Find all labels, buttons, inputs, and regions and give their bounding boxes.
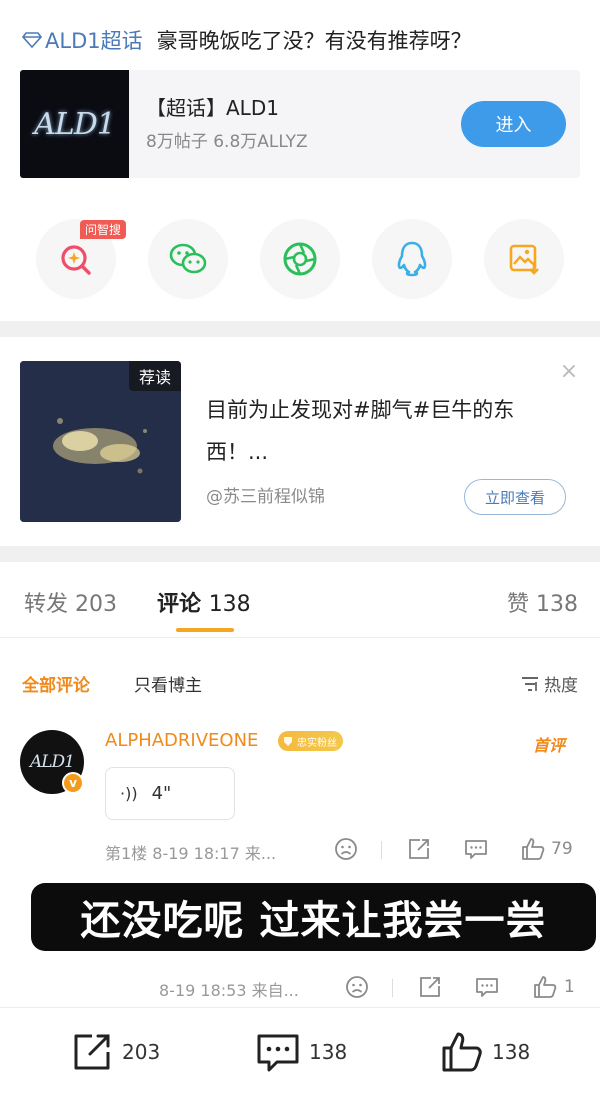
- reply-icon: [476, 978, 498, 997]
- tab-comment-label: 评论: [157, 592, 202, 617]
- topic-stats: 8万帖子 6.8万ALLYZ: [146, 132, 308, 152]
- reply-meta: 8-19 18:53 来自...: [159, 981, 299, 1000]
- repost-icon: [409, 839, 429, 859]
- moments-share-button[interactable]: [260, 219, 340, 299]
- video-subtitle: 还没吃呢 过来让我尝一尝: [31, 883, 596, 951]
- reply-comment-button[interactable]: [474, 974, 500, 1000]
- reply-dislike-button[interactable]: [344, 974, 370, 1000]
- post-question: 豪哥晚饭吃了没？有没有推荐呀？: [156, 29, 472, 53]
- enter-button[interactable]: 进入: [461, 101, 566, 147]
- recommend-tag: 荐读: [128, 361, 181, 391]
- sad-face-icon: [335, 838, 357, 860]
- view-now-button[interactable]: 立即查看: [464, 479, 566, 515]
- dislike-button[interactable]: [333, 836, 359, 862]
- active-tab-indicator: [176, 628, 234, 632]
- repost-icon: [74, 1034, 110, 1070]
- tab-repost[interactable]: 转发 203: [24, 586, 117, 618]
- bottom-like-button[interactable]: 138: [440, 1030, 530, 1074]
- fan-badge: 忠实粉丝: [278, 731, 343, 751]
- wechat-share-button[interactable]: [148, 219, 228, 299]
- filter-author-only[interactable]: 只看博主: [134, 671, 202, 696]
- comment-reply-button[interactable]: [463, 836, 489, 862]
- topic-link-label: ALD1超话: [45, 29, 143, 53]
- diamond-icon: [22, 32, 42, 48]
- action-separator: [392, 979, 393, 997]
- bottom-comment-count: 138: [309, 1040, 348, 1064]
- topic-logo-text: ALD1: [34, 106, 116, 142]
- filter-all-comments[interactable]: 全部评论: [22, 671, 90, 696]
- voice-wave-icon: ·)): [120, 784, 138, 803]
- qq-icon: [397, 241, 427, 277]
- first-comment-badge: 首评: [533, 736, 566, 755]
- bottom-repost-count: 203: [122, 1040, 161, 1064]
- save-image-icon: [509, 244, 539, 275]
- thumbs-up-icon: [522, 838, 545, 860]
- comment-like-count: 79: [551, 839, 573, 859]
- comment-meta: 第1楼 8-19 18:17 来...: [105, 844, 277, 863]
- topic-link[interactable]: ALD1超话: [22, 25, 143, 55]
- thumbs-up-icon: [442, 1032, 482, 1072]
- avatar-logo-text: ALD1: [29, 752, 75, 772]
- fan-badge-label: 忠实粉丝: [297, 737, 337, 749]
- tab-likes-count: 138: [536, 592, 578, 617]
- close-icon[interactable]: ×: [556, 358, 582, 384]
- post-title: ALD1超话 豪哥晚饭吃了没？有没有推荐呀？: [22, 20, 472, 60]
- voice-duration: 4": [151, 783, 172, 804]
- tab-repost-count: 203: [75, 592, 118, 617]
- recommend-text[interactable]: 目前为止发现对#脚气#巨牛的东西！...: [206, 389, 576, 473]
- tab-comment-count: 138: [208, 592, 251, 617]
- reply-like-button[interactable]: 1: [532, 974, 575, 1000]
- topic-name: 【超话】ALD1: [146, 96, 279, 120]
- recommend-author[interactable]: @苏三前程似锦: [206, 482, 325, 507]
- bottom-comment-button[interactable]: 138: [255, 1030, 347, 1074]
- reply-repost-button[interactable]: [417, 974, 443, 1000]
- qq-share-button[interactable]: [372, 219, 452, 299]
- ai-search-icon: [61, 245, 91, 275]
- recommend-thumbnail[interactable]: 荐读: [20, 361, 181, 522]
- topic-card[interactable]: ALD1 【超话】ALD1 8万帖子 6.8万ALLYZ 进入: [20, 70, 580, 178]
- sort-hot-label: 热度: [544, 676, 578, 696]
- sad-face-icon: [346, 976, 368, 998]
- reply-like-count: 1: [564, 977, 575, 997]
- wechat-icon: [169, 243, 207, 274]
- topic-logo: ALD1: [20, 70, 129, 178]
- reply-icon: [465, 840, 487, 859]
- ai-search-badge: 问智搜: [80, 220, 127, 239]
- bottom-repost-button[interactable]: 203: [70, 1030, 160, 1074]
- thumbs-up-icon: [534, 976, 557, 998]
- tab-likes-label: 赞: [506, 592, 529, 617]
- tab-likes[interactable]: 赞 138: [507, 586, 578, 618]
- action-separator: [381, 841, 382, 859]
- tab-comment[interactable]: 评论 138: [157, 586, 251, 618]
- save-image-button[interactable]: [484, 219, 564, 299]
- voice-message[interactable]: ·)) 4": [105, 767, 235, 820]
- sort-icon: [522, 676, 538, 691]
- comment-icon: [257, 1034, 299, 1072]
- comment-like-button[interactable]: 79: [520, 836, 573, 862]
- moments-icon: [283, 242, 317, 276]
- comment-repost-button[interactable]: [406, 836, 432, 862]
- bottom-like-count: 138: [492, 1040, 531, 1064]
- tab-divider: [0, 637, 600, 638]
- sort-hot-button[interactable]: 热度: [520, 671, 578, 696]
- tab-repost-label: 转发: [24, 592, 69, 617]
- section-divider: [0, 321, 600, 337]
- repost-icon: [420, 977, 440, 997]
- fan-badge-icon: [284, 737, 292, 746]
- comment-username[interactable]: ALPHADRIVEONE: [105, 730, 258, 751]
- section-divider: [0, 546, 600, 562]
- verified-badge-icon: v: [62, 772, 84, 794]
